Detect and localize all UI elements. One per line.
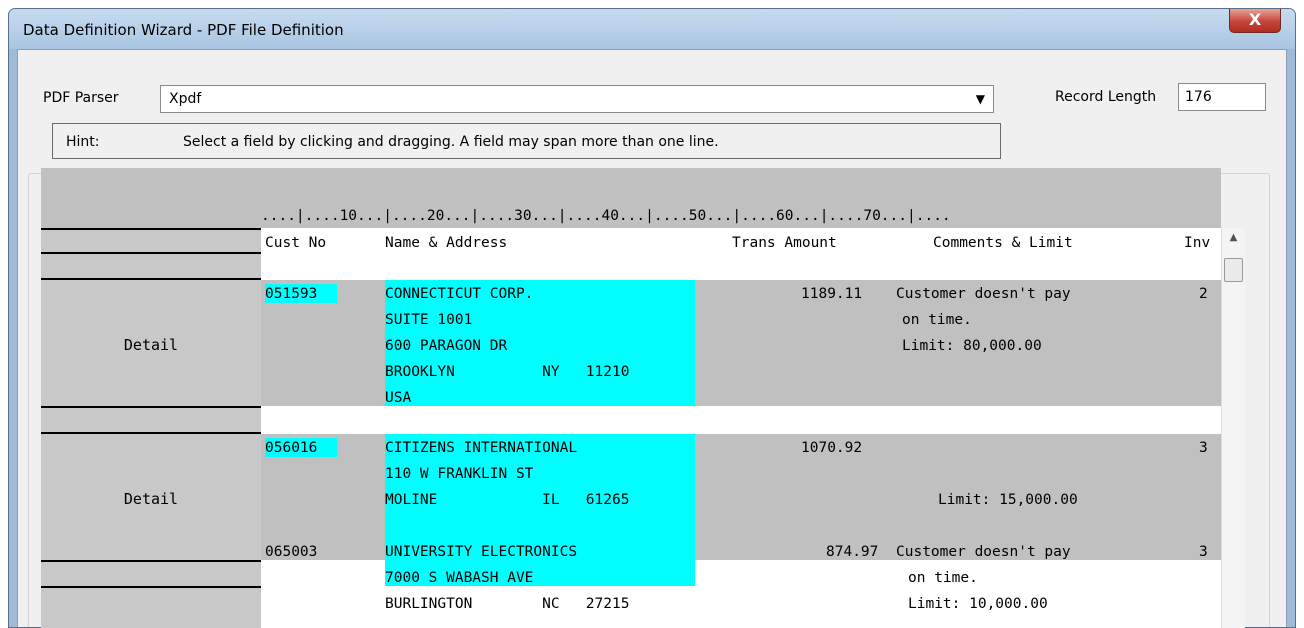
- header-inv: Inv: [1184, 235, 1211, 251]
- side-row-header[interactable]: [41, 228, 261, 252]
- comment-line: Customer doesn't pay: [896, 286, 1071, 302]
- close-button[interactable]: X: [1229, 9, 1281, 33]
- side-row-spacer[interactable]: [41, 406, 261, 432]
- name-line: USA: [385, 390, 412, 406]
- scroll-thumb[interactable]: [1224, 258, 1243, 282]
- hint-box: Hint: Select a field by clicking and dra…: [52, 123, 1001, 159]
- hint-text: Select a field by clicking and dragging.…: [183, 134, 719, 150]
- trans-amount-value: 1189.11: [801, 286, 863, 302]
- record-length-label: Record Length: [1055, 89, 1157, 105]
- window-title: Data Definition Wizard - PDF File Defini…: [23, 21, 344, 39]
- comment-line: Limit: 80,000.00: [902, 338, 1042, 354]
- comment-line: Limit: 10,000.00: [908, 596, 1048, 612]
- inv-value: 2: [1199, 286, 1208, 302]
- name-line: SUITE 1001: [385, 312, 473, 328]
- pdf-parser-select[interactable]: Xpdf ▼: [160, 85, 994, 113]
- comment-line: Customer doesn't pay: [896, 544, 1071, 560]
- cust-no-value: 051593: [265, 286, 318, 302]
- cust-no-value: 065003: [265, 544, 318, 560]
- pdf-grid[interactable]: ....|....10...|....20...|....30...|....4…: [41, 168, 1221, 628]
- name-line: 110 W FRANKLIN ST: [385, 466, 534, 482]
- scroll-up-arrow-icon[interactable]: ▲: [1222, 228, 1245, 248]
- trans-amount-value: 1070.92: [801, 440, 863, 456]
- inv-value: 3: [1199, 440, 1208, 456]
- record-length-input[interactable]: 176: [1178, 83, 1266, 111]
- pdf-parser-label: PDF Parser: [43, 90, 119, 106]
- name-line: UNIVERSITY ELECTRONICS: [385, 544, 578, 560]
- side-row-detail[interactable]: [41, 586, 261, 628]
- cust-no-value: 056016: [265, 440, 318, 456]
- side-row-spacer[interactable]: [41, 560, 261, 586]
- name-line: BROOKLYN NY 11210: [385, 364, 630, 380]
- header-comments-limit: Comments & Limit: [933, 235, 1073, 251]
- name-line: BURLINGTON NC 27215: [385, 596, 630, 612]
- name-line: CONNECTICUT CORP.: [385, 286, 534, 302]
- chevron-down-icon[interactable]: ▼: [976, 92, 985, 106]
- hint-label: Hint:: [66, 134, 100, 150]
- name-line: CITIZENS INTERNATIONAL: [385, 440, 578, 456]
- comment-line: on time.: [908, 570, 978, 586]
- detail-label: Detail: [123, 336, 179, 354]
- comment-line: Limit: 15,000.00: [938, 492, 1078, 508]
- name-line: 7000 S WABASH AVE: [385, 570, 534, 586]
- detail-label: Detail: [123, 490, 179, 508]
- name-address-field-selection[interactable]: [385, 434, 695, 586]
- header-trans-amount: Trans Amount: [732, 235, 837, 251]
- pdf-parser-value: Xpdf: [169, 91, 202, 107]
- side-row-detail[interactable]: Detail: [41, 278, 261, 406]
- column-ruler: ....|....10...|....20...|....30...|....4…: [261, 208, 951, 224]
- name-line: 600 PARAGON DR: [385, 338, 508, 354]
- header-name-address: Name & Address: [385, 235, 508, 251]
- title-bar: Data Definition Wizard - PDF File Defini…: [9, 9, 1295, 49]
- trans-amount-value: 874.97: [826, 544, 879, 560]
- comment-line: on time.: [902, 312, 972, 328]
- vertical-scrollbar[interactable]: ▲: [1221, 228, 1245, 628]
- side-row-spacer[interactable]: [41, 252, 261, 278]
- inv-value: 3: [1199, 544, 1208, 560]
- header-cust-no: Cust No: [265, 235, 327, 251]
- name-line: MOLINE IL 61265: [385, 492, 630, 508]
- side-row-detail[interactable]: Detail: [41, 432, 261, 560]
